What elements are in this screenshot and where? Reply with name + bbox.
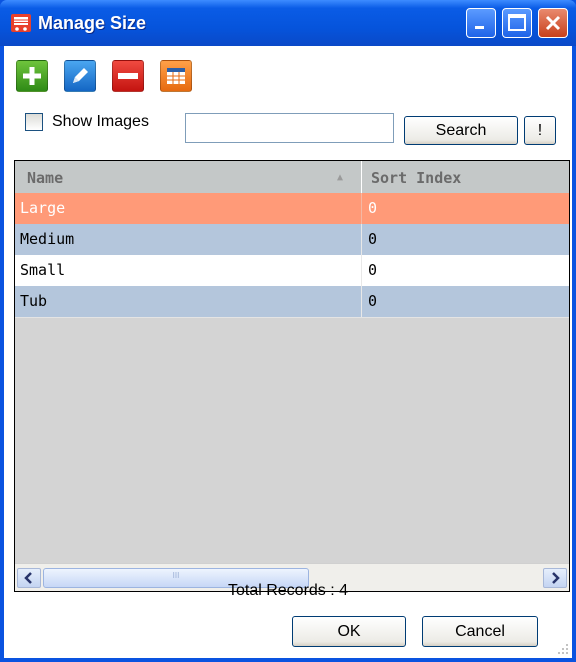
minimize-button[interactable] [466,8,496,38]
grid-header: Name ▲ Sort Index [15,161,569,194]
column-header-name[interactable]: Name [27,161,63,193]
table-row[interactable]: Large 0 [15,193,569,225]
window-client-area: Show Images Search ! Name ▲ Sort Index L… [4,46,572,658]
plus-icon [23,67,41,85]
table-icon [167,68,185,84]
search-input[interactable] [185,113,394,143]
sort-ascending-icon: ▲ [337,172,344,183]
close-button[interactable] [538,8,568,38]
extra-search-button[interactable]: ! [524,116,556,145]
maximize-icon [508,14,526,31]
edit-button[interactable] [64,60,96,92]
maximize-button[interactable] [502,8,532,38]
show-images-label: Show Images [52,113,149,130]
cell-name: Medium [20,230,75,248]
column-divider [361,255,362,286]
cell-sort-index: 0 [368,292,378,310]
column-divider [361,224,362,255]
add-button[interactable] [16,60,48,92]
search-button[interactable]: Search [404,116,518,145]
delete-button[interactable] [112,60,144,92]
total-records-label: Total Records : 4 [227,582,349,599]
cell-sort-index: 0 [368,230,378,248]
pencil-icon [73,68,88,83]
table-row[interactable]: Tub 0 [15,286,569,318]
column-divider [361,193,362,224]
cancel-button[interactable]: Cancel [422,616,538,647]
column-header-sort-index[interactable]: Sort Index [371,161,461,193]
column-divider[interactable] [361,161,362,193]
resize-grip-icon[interactable] [556,642,570,656]
cell-name: Large [20,199,66,217]
manage-size-window: Manage Size Show Images Search ! Name ▲ … [0,0,576,662]
table-row[interactable]: Small 0 [15,255,569,287]
ok-button[interactable]: OK [292,616,406,647]
cell-name: Tub [20,292,48,310]
column-divider [361,286,362,317]
scroll-thumb-grip: III [172,571,180,580]
grid-view-button[interactable] [160,60,192,92]
cell-sort-index: 0 [368,261,378,279]
minimize-icon [475,26,484,29]
table-row[interactable]: Medium 0 [15,224,569,256]
shopping-cart-icon [11,14,31,32]
cell-name: Small [20,261,66,279]
window-title: Manage Size [38,13,147,33]
show-images-checkbox[interactable] [25,113,43,131]
cell-sort-index: 0 [368,199,378,217]
title-bar[interactable]: Manage Size [0,0,576,46]
data-grid: Name ▲ Sort Index Large 0 Medium 0 Small… [14,160,570,592]
close-icon [545,15,561,31]
minus-icon [118,73,138,79]
